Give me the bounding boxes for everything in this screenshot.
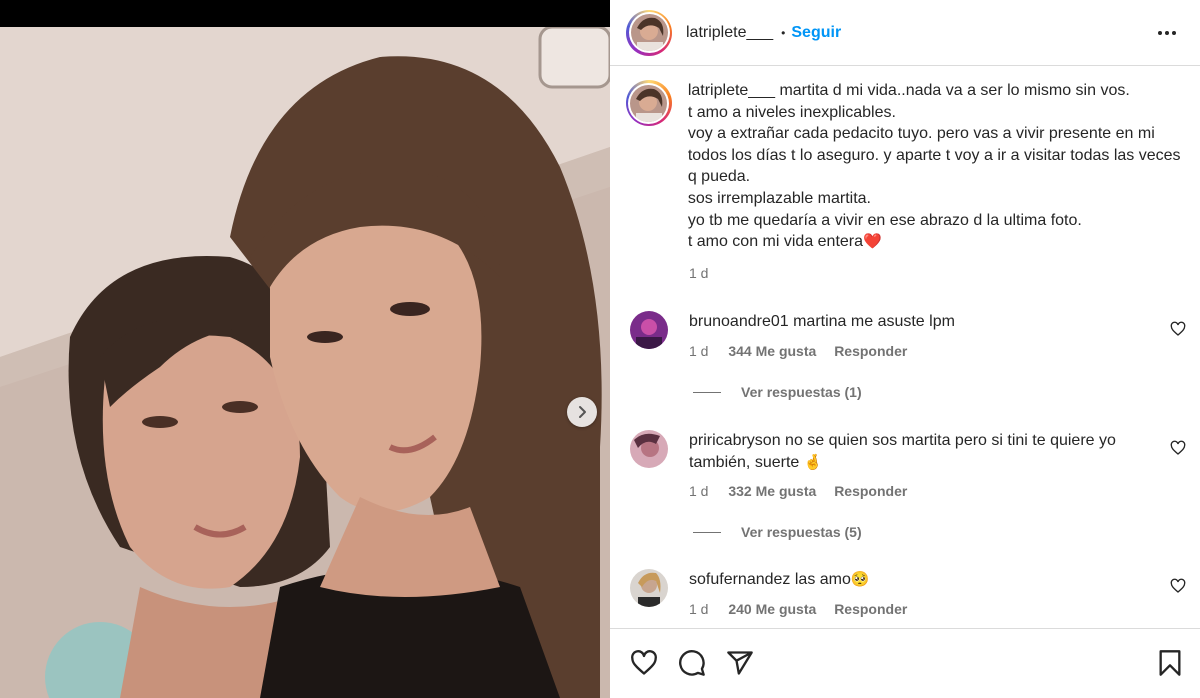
comment-meta: 1 d 240 Me gusta Responder <box>689 601 907 617</box>
comment-time[interactable]: 1 d <box>689 343 708 359</box>
caption-time[interactable]: 1 d <box>689 265 708 281</box>
caption-line: t amo con mi vida entera <box>687 233 864 251</box>
comment-username[interactable]: brunoandre01 <box>689 313 789 330</box>
view-replies-label: Ver respuestas (1) <box>741 384 862 400</box>
caption-meta: 1 d <box>689 265 722 281</box>
save-button[interactable] <box>1156 649 1184 677</box>
instagram-post-view: latriplete___ • Seguir latriplete___ mar… <box>0 0 1200 698</box>
comment-avatar[interactable] <box>630 430 668 468</box>
comment-text: sofufernandez las amo🥺 <box>689 569 1159 591</box>
comment-username[interactable]: sofufernandez <box>689 571 790 588</box>
comment-text: brunoandre01 martina me asuste lpm <box>689 311 1159 333</box>
comment-avatar[interactable] <box>630 311 668 349</box>
caption-line: martita d mi vida..nada va a ser lo mism… <box>775 82 1130 99</box>
comment-meta: 1 d 332 Me gusta Responder <box>689 483 907 499</box>
replies-divider <box>693 531 721 533</box>
share-button[interactable] <box>726 649 754 677</box>
comment-icon <box>679 650 705 676</box>
view-replies-label: Ver respuestas (5) <box>741 524 862 540</box>
red-heart-emoji: ❤️ <box>863 233 882 251</box>
comment-likes[interactable]: 344 Me gusta <box>728 343 816 359</box>
post-actions-bar <box>610 628 1200 698</box>
comment-meta: 1 d 344 Me gusta Responder <box>689 343 907 359</box>
view-replies-button[interactable]: Ver respuestas (1) <box>693 384 862 400</box>
reply-button[interactable]: Responder <box>834 343 907 359</box>
caption-line: t amo a niveles inexplicables. <box>687 103 896 121</box>
comment-like-button[interactable] <box>1170 321 1186 337</box>
heart-icon <box>631 650 657 675</box>
separator-dot: • <box>781 25 786 40</box>
post-header: latriplete___ • Seguir <box>610 0 1200 66</box>
caption-username[interactable]: latriplete___ <box>688 82 775 99</box>
comment-like-button[interactable] <box>1170 578 1186 594</box>
media-pane <box>0 0 610 698</box>
comment-avatar[interactable] <box>630 569 668 607</box>
caption-text: latriplete___ martita d mi vida..nada va… <box>688 80 1186 253</box>
chevron-right-icon <box>579 406 586 418</box>
share-icon <box>727 651 753 675</box>
replies-divider <box>693 391 721 393</box>
author-avatar[interactable] <box>626 9 672 56</box>
comment-body: las amo <box>794 571 851 588</box>
pleading-face-emoji: 🥺 <box>850 571 870 588</box>
comment-likes[interactable]: 240 Me gusta <box>728 601 816 617</box>
comment-like-button[interactable] <box>1170 440 1186 456</box>
heart-icon <box>1170 578 1186 593</box>
comment-likes[interactable]: 332 Me gusta <box>728 483 816 499</box>
comment-time[interactable]: 1 d <box>689 483 708 499</box>
bookmark-icon <box>1159 650 1181 676</box>
more-horizontal-icon <box>1158 31 1176 35</box>
caption-line: sos irremplazable martita. <box>687 189 871 207</box>
caption-line: yo tb me quedaría a vivir en ese abrazo … <box>687 211 1082 229</box>
comment-username[interactable]: priricabryson <box>689 432 781 449</box>
caption-avatar[interactable] <box>626 80 672 126</box>
reply-button[interactable]: Responder <box>834 601 907 617</box>
comment-body: martina me asuste lpm <box>793 313 955 330</box>
more-options-button[interactable] <box>1156 22 1178 44</box>
follow-button[interactable]: Seguir <box>791 24 841 42</box>
reply-button[interactable]: Responder <box>834 483 907 499</box>
caption-avatar-image <box>630 84 668 122</box>
comment-text: priricabryson no se quien sos martita pe… <box>689 430 1159 473</box>
comment-button[interactable] <box>678 649 706 677</box>
photo-illustration <box>0 27 610 698</box>
comment-time[interactable]: 1 d <box>689 601 708 617</box>
crossed-fingers-emoji: 🤞 <box>803 453 823 471</box>
post-side-panel: latriplete___ • Seguir latriplete___ mar… <box>610 0 1200 698</box>
view-replies-button[interactable]: Ver respuestas (5) <box>693 524 862 540</box>
author-avatar-image <box>630 14 668 51</box>
carousel-next-button[interactable] <box>567 397 597 427</box>
heart-icon <box>1170 440 1186 455</box>
like-button[interactable] <box>630 649 658 677</box>
post-caption: latriplete___ martita d mi vida..nada va… <box>626 80 1186 253</box>
heart-icon <box>1170 321 1186 336</box>
caption-line: voy a extrañar cada pedacito tuyo. pero … <box>687 125 1181 186</box>
post-photo[interactable] <box>0 27 610 698</box>
author-username[interactable]: latriplete___ <box>686 24 773 42</box>
